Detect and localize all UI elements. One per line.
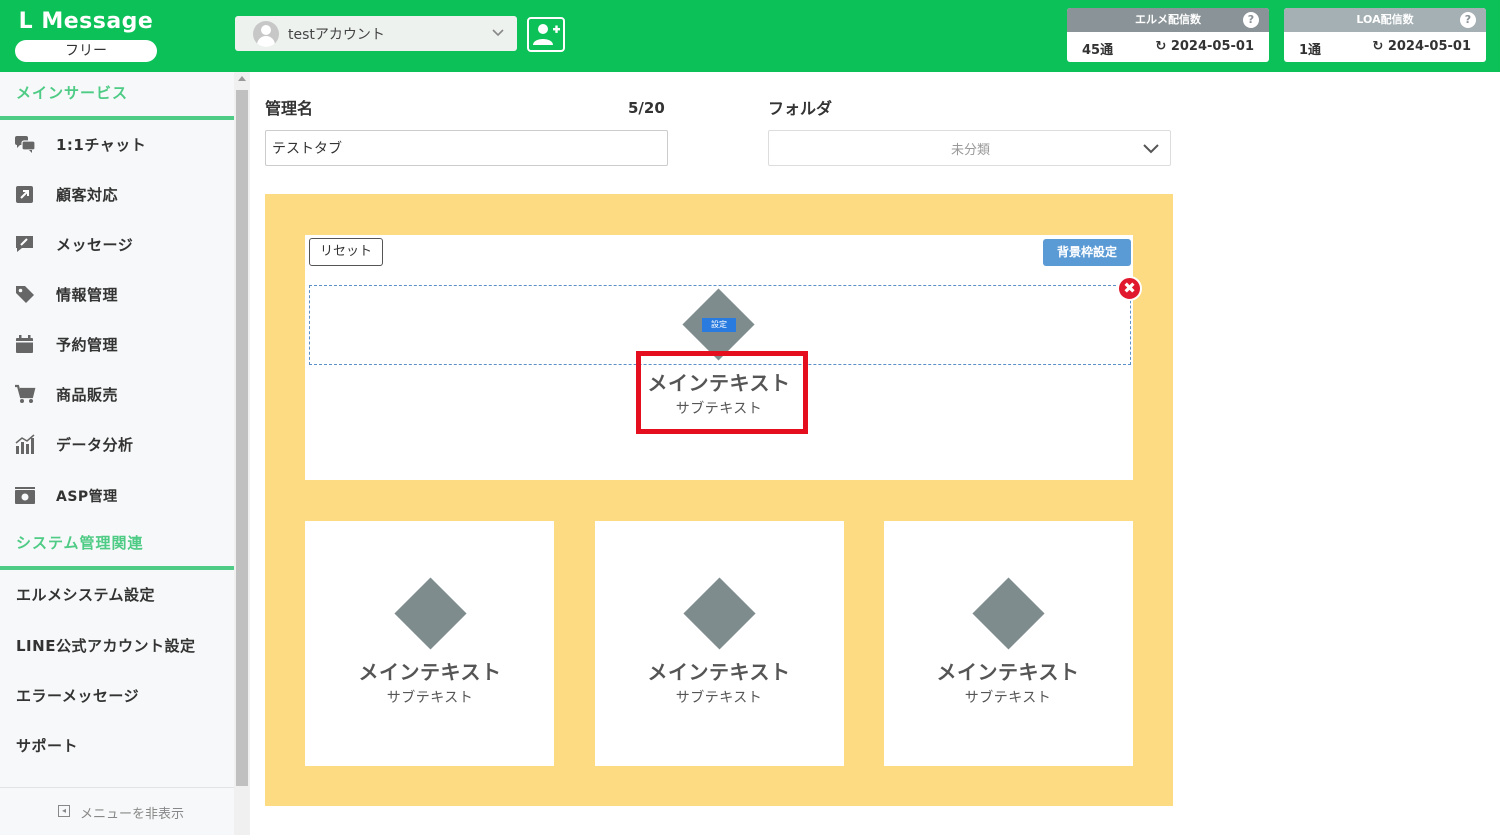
reset-button[interactable]: リセット [309,238,383,266]
chevron-down-icon [1143,144,1159,154]
sidebar-item-label: エラーメッセージ [16,687,140,705]
card-sub-text[interactable]: サブテキスト [330,687,530,707]
sidebar-item-line-settings[interactable]: LINE公式アカウント設定 [0,621,234,671]
card-main-text[interactable]: メインテキスト [619,656,819,685]
pencil-message-icon [16,236,33,252]
sidebar-item-reservation[interactable]: 予約管理 [0,320,234,370]
account-selector[interactable]: testアカウント [235,16,517,51]
add-user-button[interactable] [527,17,565,52]
counter-title: エルメ配信数 [1135,13,1201,26]
loa-counter: LOA配信数 ? 1通 ↻ 2024-05-01 [1284,8,1486,62]
card-main-text[interactable]: メインテキスト [908,656,1108,685]
collapse-icon: ◂ [58,805,70,817]
background-frame-button[interactable]: 背景枠設定 [1043,239,1131,266]
sidebar-item-label: データ分析 [56,436,134,454]
section-main-services: メインサービス [0,72,234,120]
folder-select[interactable]: 未分類 [768,130,1171,166]
sidebar-item-label: 予約管理 [56,336,119,354]
counter-title: LOA配信数 [1356,13,1414,26]
sidebar-item-label: サポート [16,737,79,755]
hide-menu-label: メニューを非表示 [80,807,185,822]
elme-counter: エルメ配信数 ? 45通 ↻ 2024-05-01 [1067,8,1269,62]
refresh-icon[interactable]: ↻ [1155,39,1166,54]
sidebar-item-label: 情報管理 [56,286,119,304]
sidebar-item-label: 商品販売 [56,386,119,404]
folder-field-label: フォルダ [768,99,833,118]
sidebar-item-error-message[interactable]: エラーメッセージ [0,671,234,721]
counter-date: 2024-05-01 [1170,39,1254,54]
scrollbar-thumb[interactable] [236,90,248,786]
help-icon[interactable]: ? [1460,12,1476,28]
sidebar-item-info[interactable]: 情報管理 [0,270,234,320]
sidebar-item-customer[interactable]: 顧客対応 [0,170,234,220]
sidebar-item-label: 顧客対応 [56,186,119,204]
sidebar: メインサービス 1:1チャット 顧客対応 メッセージ 情報管理 予約管理 商品販… [0,72,234,835]
calendar-icon [16,335,33,353]
sidebar-scrollbar[interactable] [234,72,250,835]
scroll-up-arrow-icon[interactable] [238,76,246,81]
tag-icon [16,286,34,303]
brand-title: L Message [18,9,154,34]
card-sub-text[interactable]: サブテキスト [908,687,1108,707]
sidebar-item-chat[interactable]: 1:1チャット [0,120,234,170]
sidebar-item-elme-settings[interactable]: エルメシステム設定 [0,570,234,620]
name-input[interactable] [265,130,668,166]
setting-button[interactable]: 設定 [702,318,736,332]
counter-count: 1通 [1299,43,1322,58]
money-icon [15,487,35,504]
hide-menu-button[interactable]: ◂ メニューを非表示 [0,787,234,835]
card-main-text[interactable]: メインテキスト [330,656,530,685]
account-name: testアカウント [288,27,385,43]
sidebar-item-support[interactable]: サポート [0,721,234,771]
sidebar-item-label: LINE公式アカウント設定 [16,637,196,655]
avatar-icon [253,21,279,47]
section-system: システム管理関連 [0,522,234,570]
name-char-count: 5/20 [628,99,665,117]
card-sub-text[interactable]: サブテキスト [619,687,819,707]
add-user-icon [533,24,560,45]
highlight-box [636,351,808,434]
bar-chart-icon [15,434,35,454]
counter-date: 2024-05-01 [1387,39,1471,54]
sidebar-item-label: エルメシステム設定 [16,586,156,604]
counter-count: 45通 [1082,43,1114,58]
brand-logo[interactable]: L Message フリー [15,8,157,62]
help-icon[interactable]: ? [1243,12,1259,28]
cart-icon [15,384,36,403]
name-field-label: 管理名 [265,99,314,118]
external-link-icon [16,186,33,203]
sidebar-item-label: 1:1チャット [56,136,147,154]
close-icon[interactable]: ✖ [1117,276,1142,301]
sidebar-item-label: ASP管理 [56,489,118,505]
sidebar-item-analytics[interactable]: データ分析 [0,420,234,470]
chevron-down-icon [491,25,505,42]
plan-badge: フリー [15,40,157,62]
sidebar-item-asp[interactable]: ASP管理 [0,472,234,522]
chat-icon [15,136,36,153]
app-header: L Message フリー testアカウント エルメ配信数 ? 45通 ↻ 2… [0,0,1500,72]
sidebar-item-message[interactable]: メッセージ [0,220,234,270]
sidebar-item-label: メッセージ [56,236,134,254]
refresh-icon[interactable]: ↻ [1372,39,1383,54]
folder-value: 未分類 [950,143,990,158]
sidebar-item-sales[interactable]: 商品販売 [0,370,234,420]
